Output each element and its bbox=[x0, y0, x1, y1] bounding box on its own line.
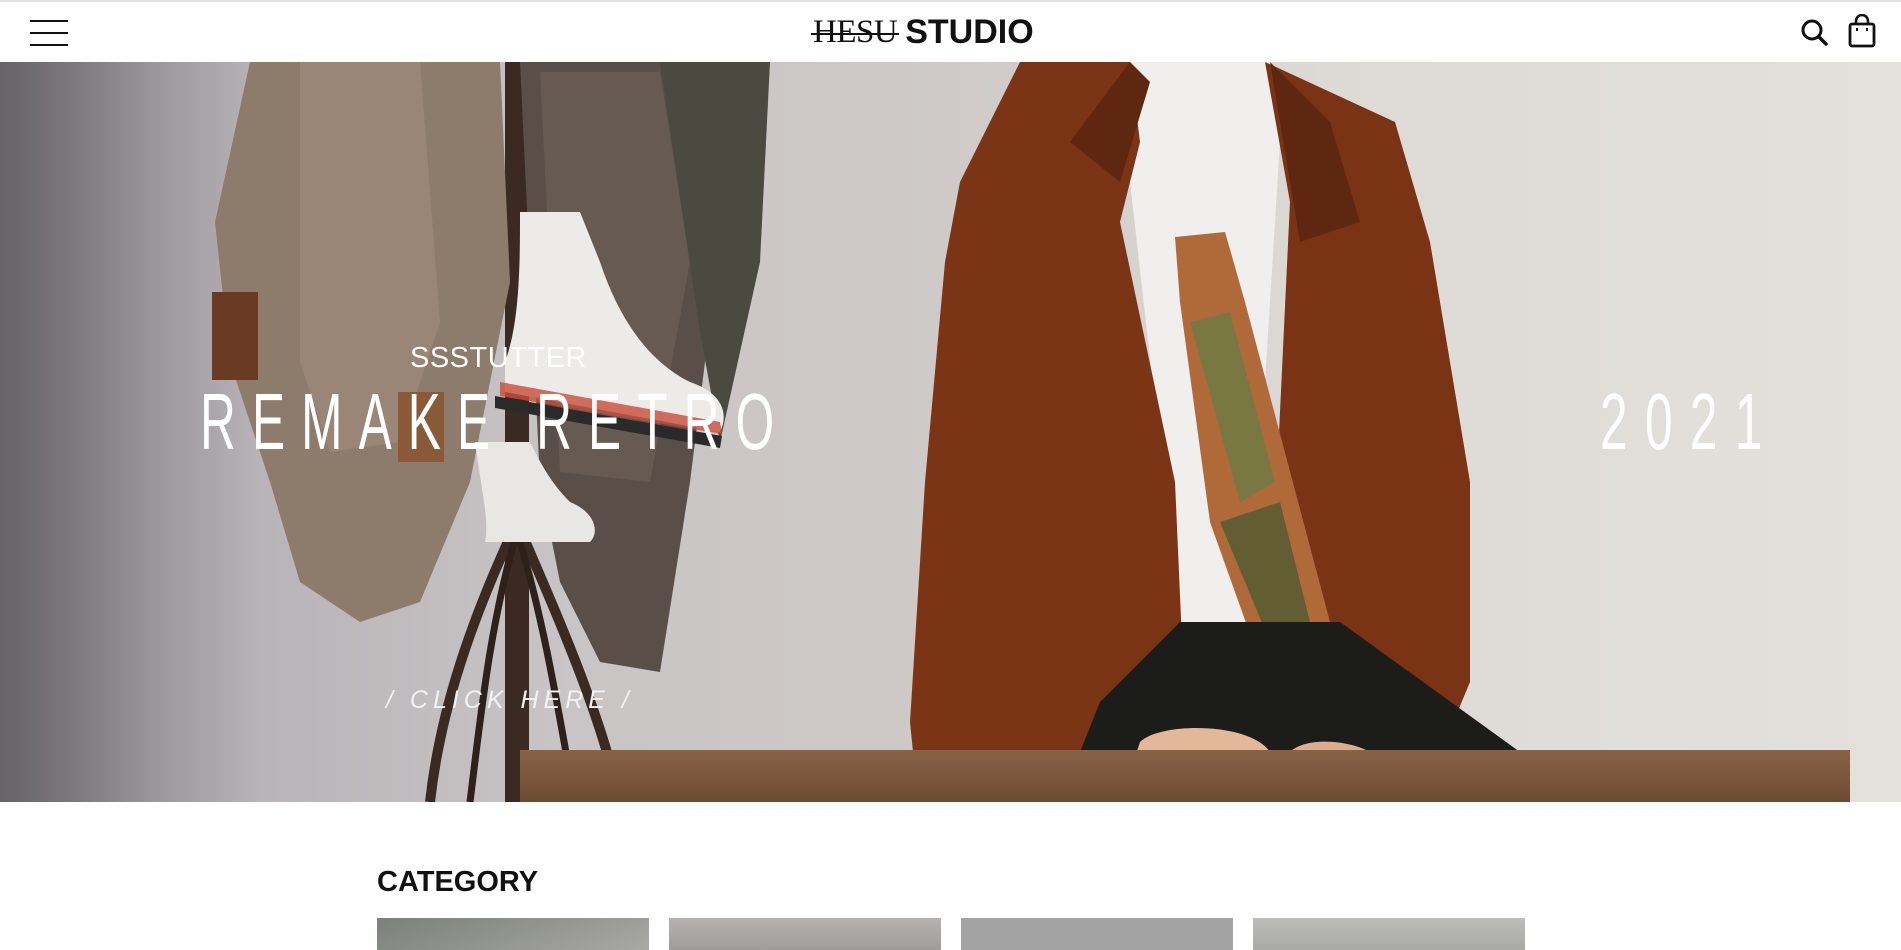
site-logo[interactable]: HESU STUDIO bbox=[810, 12, 1063, 52]
shopping-bag-icon[interactable] bbox=[1848, 13, 1876, 48]
hero-cta-link[interactable]: / CLICK HERE / bbox=[386, 686, 634, 715]
category-tile[interactable] bbox=[1253, 918, 1525, 950]
logo-serif-text: HESU bbox=[810, 13, 900, 50]
search-icon[interactable] bbox=[1800, 18, 1828, 46]
hero-banner[interactable]: SSSTUTTER REMAKE RETRO 2021 / CLICK HERE… bbox=[0, 62, 1901, 802]
bench bbox=[520, 750, 1850, 802]
hero-year: 2021 bbox=[1600, 377, 1780, 466]
category-heading: CATEGORY bbox=[377, 866, 539, 898]
hamburger-menu-icon[interactable] bbox=[30, 20, 68, 46]
site-header: HESU STUDIO bbox=[0, 2, 1901, 62]
logo-sans-text: STUDIO bbox=[905, 12, 1034, 51]
category-tile[interactable] bbox=[377, 918, 649, 950]
hero-subtitle: SSSTUTTER bbox=[410, 342, 587, 374]
category-tile[interactable] bbox=[961, 918, 1233, 950]
hero-title: REMAKE RETRO bbox=[200, 377, 791, 466]
category-tile[interactable] bbox=[669, 918, 941, 950]
